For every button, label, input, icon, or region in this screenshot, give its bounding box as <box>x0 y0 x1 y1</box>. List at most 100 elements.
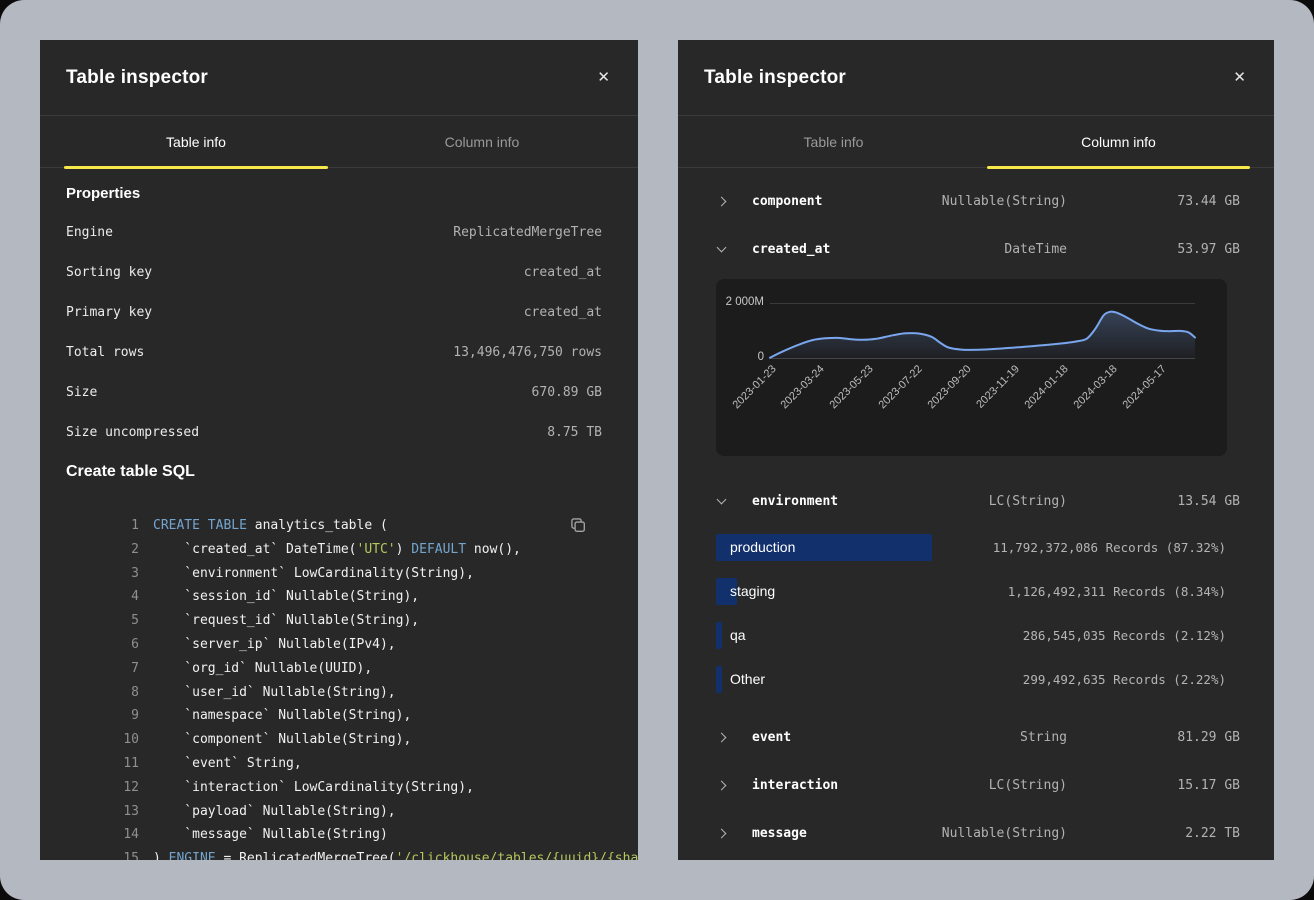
code-text: `event` String, <box>153 752 302 776</box>
column-type: DateTime <box>1004 242 1067 257</box>
property-row: Total rows 13,496,476,750 rows <box>66 332 602 372</box>
property-value: created_at <box>524 265 602 280</box>
value-label: production <box>730 539 795 555</box>
property-label: Size uncompressed <box>66 425 199 440</box>
close-icon[interactable]: ✕ <box>1233 70 1246 85</box>
x-axis-line <box>770 358 1195 359</box>
table-inspector-dialog-left: Table inspector ✕ Table info Column info… <box>40 40 638 860</box>
value-frequency-bar <box>716 622 722 649</box>
y-axis-tick-max: 2 000M <box>716 296 764 308</box>
property-label: Primary key <box>66 305 152 320</box>
property-label: Sorting key <box>66 265 152 280</box>
value-records: 286,545,035 Records (2.12%) <box>1023 628 1226 643</box>
x-axis-tick-label: 2024-01-18 <box>1023 363 1071 411</box>
tab-bar: Table info Column info <box>40 116 638 168</box>
tab-table-info[interactable]: Table info <box>64 116 328 167</box>
sql-code-line: 15) ENGINE = ReplicatedMergeTree('/click… <box>66 847 602 860</box>
sql-code-line: 8 `user_id` Nullable(String), <box>66 681 602 705</box>
env-value-row-other: Other 299,492,635 Records (2.22%) <box>716 657 1226 701</box>
tab-table-info[interactable]: Table info <box>702 116 965 167</box>
tab-column-info[interactable]: Column info <box>350 116 614 167</box>
code-text: `created_at` DateTime('UTC') DEFAULT now… <box>153 538 521 562</box>
property-row: Size 670.89 GB <box>66 372 602 412</box>
dialog-title: Table inspector <box>66 67 208 89</box>
sql-code-line: 13 `payload` Nullable(String), <box>66 800 602 824</box>
column-type: LC(String) <box>989 778 1067 793</box>
property-value: 13,496,476,750 rows <box>453 345 602 360</box>
line-number: 6 <box>66 633 139 657</box>
property-value: 8.75 TB <box>547 425 602 440</box>
column-row-component[interactable]: component Nullable(String) 73.44 GB <box>678 177 1274 225</box>
column-type: String <box>1020 730 1067 745</box>
x-axis-tick-label: 2023-05-23 <box>828 363 876 411</box>
column-name: message <box>752 826 807 841</box>
value-records: 11,792,372,086 Records (87.32%) <box>993 540 1226 555</box>
chevron-right-icon <box>718 782 752 789</box>
x-axis-tick-label: 2023-11-19 <box>975 363 1023 411</box>
code-text: `interaction` LowCardinality(String), <box>153 776 474 800</box>
code-text: ) ENGINE = ReplicatedMergeTree('/clickho… <box>153 847 638 860</box>
sql-code-line: 12 `interaction` LowCardinality(String), <box>66 776 602 800</box>
column-info-content: component Nullable(String) 73.44 GB crea… <box>678 168 1274 857</box>
column-name: environment <box>752 494 838 509</box>
property-value: created_at <box>524 305 602 320</box>
value-label: staging <box>730 583 775 599</box>
property-row: Engine ReplicatedMergeTree <box>66 212 602 252</box>
property-row: Sorting key created_at <box>66 252 602 292</box>
column-name: event <box>752 730 791 745</box>
line-number: 1 <box>66 514 139 538</box>
value-records: 1,126,492,311 Records (8.34%) <box>1008 584 1226 599</box>
sql-code-line: 4 `session_id` Nullable(String), <box>66 585 602 609</box>
column-row-interaction[interactable]: interaction LC(String) 15.17 GB <box>678 761 1274 809</box>
sql-code-line: 7 `org_id` Nullable(UUID), <box>66 657 602 681</box>
column-type: Nullable(String) <box>942 826 1067 841</box>
code-text: `message` Nullable(String) <box>153 823 388 847</box>
env-value-row-staging: staging 1,126,492,311 Records (8.34%) <box>716 569 1226 613</box>
code-text: `payload` Nullable(String), <box>153 800 396 824</box>
line-number: 10 <box>66 728 139 752</box>
sql-code-line: 14 `message` Nullable(String) <box>66 823 602 847</box>
chevron-right-icon <box>718 830 752 837</box>
column-size: 15.17 GB <box>1177 778 1240 793</box>
column-row-event[interactable]: event String 81.29 GB <box>678 713 1274 761</box>
column-row-message[interactable]: message Nullable(String) 2.22 TB <box>678 809 1274 857</box>
sql-code-line: 2 `created_at` DateTime('UTC') DEFAULT n… <box>66 538 602 562</box>
line-number: 4 <box>66 585 139 609</box>
property-row: Size uncompressed 8.75 TB <box>66 412 602 452</box>
code-text: `environment` LowCardinality(String), <box>153 562 474 586</box>
line-number: 5 <box>66 609 139 633</box>
dialog-title: Table inspector <box>704 67 846 89</box>
sql-code-line: 9 `namespace` Nullable(String), <box>66 704 602 728</box>
y-axis-tick-zero: 0 <box>716 351 764 363</box>
property-value: ReplicatedMergeTree <box>453 225 602 240</box>
properties-heading: Properties <box>66 184 602 204</box>
chevron-right-icon <box>718 198 752 205</box>
column-row-created-at[interactable]: created_at DateTime 53.97 GB <box>678 225 1274 273</box>
line-number: 9 <box>66 704 139 728</box>
line-number: 3 <box>66 562 139 586</box>
line-number: 8 <box>66 681 139 705</box>
code-text: `server_ip` Nullable(IPv4), <box>153 633 396 657</box>
value-frequency-bar <box>716 666 722 693</box>
table-info-content: Properties Engine ReplicatedMergeTree So… <box>40 184 638 860</box>
line-number: 7 <box>66 657 139 681</box>
dialog-header: Table inspector ✕ <box>40 40 638 116</box>
copy-icon[interactable] <box>568 516 588 536</box>
line-number: 13 <box>66 800 139 824</box>
x-axis-tick-label: 2023-07-22 <box>876 363 924 411</box>
chevron-down-icon <box>718 247 752 251</box>
chevron-right-icon <box>718 734 752 741</box>
value-records: 299,492,635 Records (2.22%) <box>1023 672 1226 687</box>
env-value-row-production: production 11,792,372,086 Records (87.32… <box>716 525 1226 569</box>
code-text: `namespace` Nullable(String), <box>153 704 411 728</box>
close-icon[interactable]: ✕ <box>597 70 610 85</box>
column-size: 53.97 GB <box>1177 242 1240 257</box>
tab-column-info[interactable]: Column info <box>987 116 1250 167</box>
line-number: 2 <box>66 538 139 562</box>
property-value: 670.89 GB <box>532 385 602 400</box>
x-axis-tick-label: 2024-05-17 <box>1120 363 1168 411</box>
sql-code-line: 11 `event` String, <box>66 752 602 776</box>
column-name: created_at <box>752 242 830 257</box>
column-row-environment[interactable]: environment LC(String) 13.54 GB <box>678 477 1274 525</box>
sql-lines: 1CREATE TABLE analytics_table (2 `create… <box>66 514 602 860</box>
